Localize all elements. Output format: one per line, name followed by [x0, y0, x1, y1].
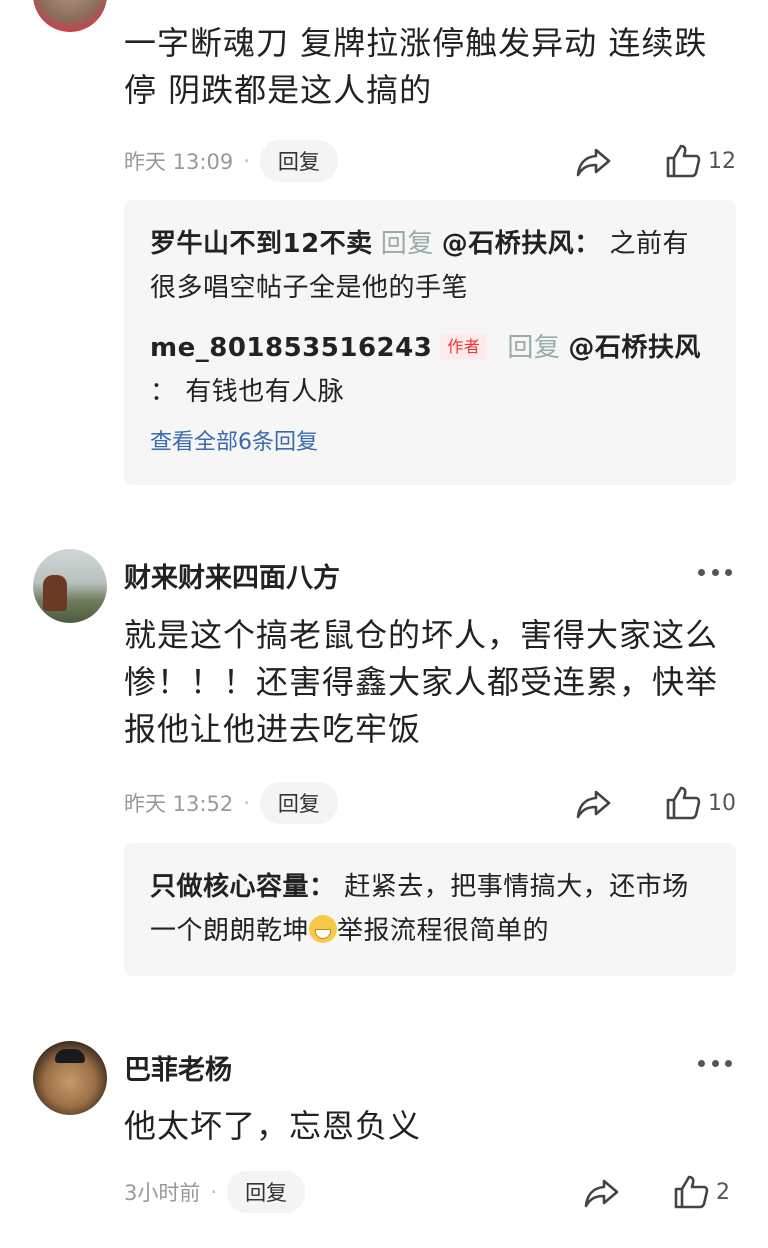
reply-text: ： 有钱也有人脉 [150, 377, 345, 407]
more-options-icon[interactable] [698, 1057, 732, 1069]
thumbs-up-icon [674, 1175, 709, 1209]
meta-dot: · [243, 149, 250, 173]
reply-item[interactable]: me_801853516243 作者 回复 @石桥扶风 ： 有钱也有人脉 [150, 326, 710, 414]
more-options-icon[interactable] [698, 566, 732, 578]
avatar[interactable] [33, 0, 107, 32]
share-icon[interactable] [574, 144, 614, 180]
reply-button[interactable]: 回复 [227, 1171, 306, 1213]
view-all-replies-link[interactable]: 查看全部6条回复 [150, 424, 710, 456]
comment-content: 他太坏了，忘恩负义 [124, 1107, 422, 1145]
comment-meta: 昨天 13:09 · 回复 [124, 140, 338, 182]
reply-button[interactable]: 回复 [259, 140, 338, 182]
thumbs-up-icon [666, 786, 701, 820]
comment-content: 就是这个搞老鼠仓的坏人，害得大家这么惨！！！还害得鑫大家人都受连累，快举报他让他… [124, 616, 719, 748]
reply-button[interactable]: 回复 [259, 782, 338, 824]
reply-username[interactable]: 罗牛山不到12不卖 [150, 229, 373, 259]
reply-text: 举报流程很简单的 [337, 916, 550, 946]
like-button[interactable]: 10 [664, 783, 736, 823]
reply-list: 罗牛山不到12不卖 回复 @石桥扶风： 之前有很多唱空帖子全是他的手笔 me_801… [124, 200, 736, 485]
grinning-face-icon [309, 915, 338, 943]
comment-time: 昨天 13:09 [124, 150, 234, 174]
share-icon[interactable] [574, 786, 614, 822]
comment-meta: 昨天 13:52 · 回复 [124, 782, 338, 824]
like-button[interactable]: 2 [672, 1172, 730, 1212]
avatar[interactable] [33, 1041, 107, 1115]
reply-username[interactable]: 只做核心容量： [150, 872, 336, 902]
comment-time: 昨天 13:52 [124, 792, 234, 816]
reply-item[interactable]: 只做核心容量： 赶紧去，把事情搞大，还市场一个朗朗乾坤 举报流程很简单的 [150, 865, 710, 953]
meta-dot: · [243, 791, 250, 815]
comment-time: 3小时前 [124, 1181, 201, 1205]
like-count: 12 [708, 148, 736, 174]
comment-username[interactable]: 巴菲老杨 [124, 1048, 232, 1087]
like-count: 10 [708, 790, 736, 816]
reply-username[interactable]: me_801853516243 [150, 333, 432, 363]
avatar[interactable] [33, 549, 107, 623]
comment-username[interactable]: 财来财来四面八方 [124, 556, 340, 595]
comment-content: 一字断魂刀 复牌拉涨停触发异动 连续跌停 阴跌都是这人搞的 [124, 24, 708, 109]
share-icon[interactable] [582, 1175, 622, 1211]
reply-item[interactable]: 罗牛山不到12不卖 回复 @石桥扶风： 之前有很多唱空帖子全是他的手笔 [150, 222, 710, 310]
reply-list: 只做核心容量： 赶紧去，把事情搞大，还市场一个朗朗乾坤 举报流程很简单的 [124, 843, 736, 976]
thumbs-up-icon [666, 144, 701, 178]
mention[interactable]: @石桥扶风： [442, 229, 601, 259]
author-badge: 作者 [440, 334, 488, 360]
meta-dot: · [210, 1180, 218, 1204]
reply-word: 回复 [380, 229, 434, 259]
mention[interactable]: @石桥扶风 [568, 333, 701, 363]
like-count: 2 [716, 1179, 730, 1205]
comment-meta: 3小时前 · 回复 [124, 1171, 306, 1213]
reply-word: 回复 [507, 333, 561, 363]
like-button[interactable]: 12 [664, 141, 736, 181]
